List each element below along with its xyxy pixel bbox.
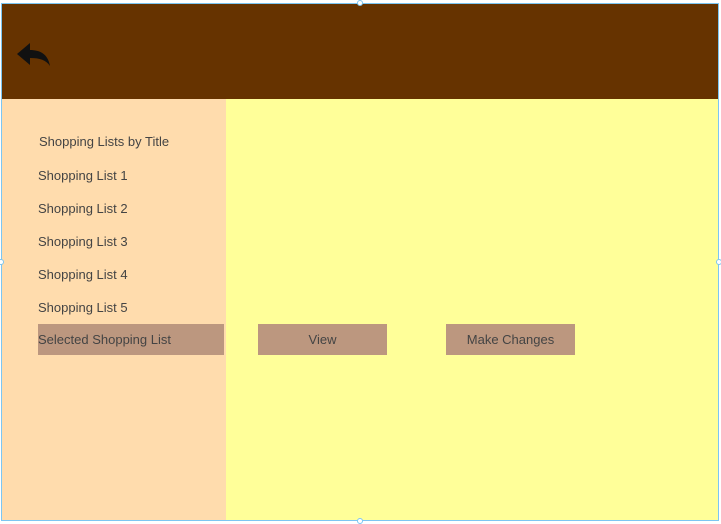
resize-handle-top[interactable] [357, 0, 363, 6]
resize-handle-bottom[interactable] [357, 518, 363, 524]
back-button[interactable] [15, 40, 51, 70]
app-window [1, 3, 719, 521]
shopping-list-item-3[interactable]: Shopping List 3 [38, 234, 128, 249]
shopping-list-item-5[interactable]: Shopping List 5 [38, 300, 128, 315]
shopping-list-item-2[interactable]: Shopping List 2 [38, 201, 128, 216]
selected-shopping-list[interactable]: Selected Shopping List [38, 324, 224, 355]
header-bar [2, 4, 718, 99]
shopping-lists-heading: Shopping Lists by Title [39, 134, 170, 149]
shopping-list-item-1[interactable]: Shopping List 1 [38, 168, 128, 183]
resize-handle-right[interactable] [716, 259, 721, 265]
view-button[interactable]: View [258, 324, 387, 355]
back-arrow-icon [17, 43, 50, 66]
shopping-list-item-4[interactable]: Shopping List 4 [38, 267, 128, 282]
make-changes-button[interactable]: Make Changes [446, 324, 575, 355]
main-panel [226, 99, 718, 520]
